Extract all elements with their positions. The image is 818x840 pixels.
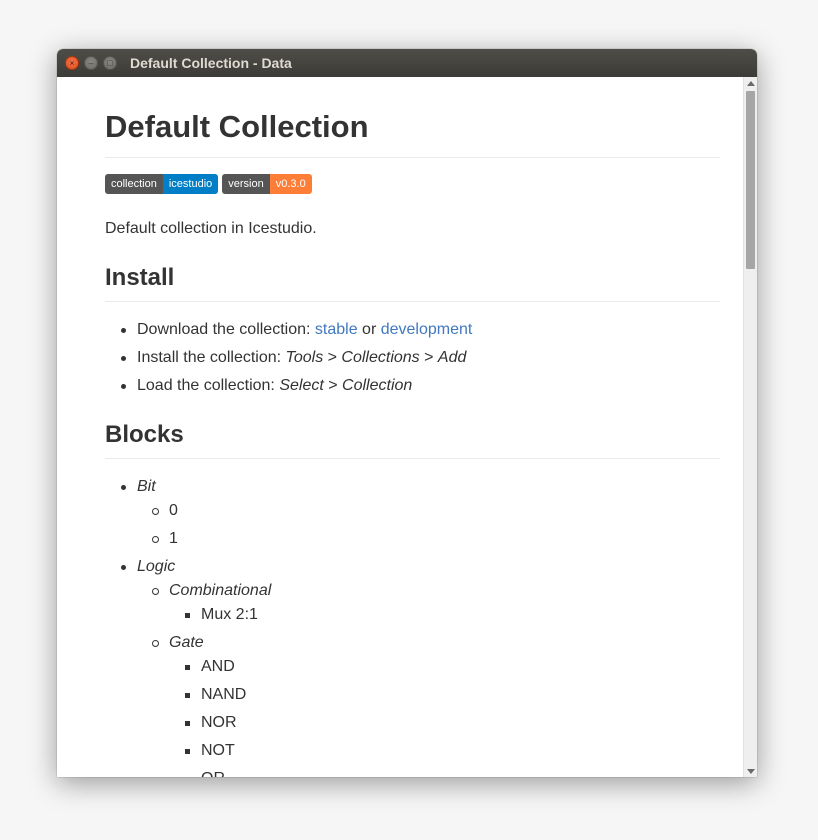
list-item: Mux 2:1 [169,605,720,625]
list-item: OR [169,769,720,777]
stable-link[interactable]: stable [315,321,358,338]
install-heading: Install [105,264,720,302]
blocks-list: Bit 0 1 Logic Combinational Mux 2:1 Gate… [105,477,720,777]
list-item: 0 [137,501,720,521]
window-title: Default Collection - Data [130,55,292,71]
blocks-heading: Blocks [105,421,720,459]
maximize-window-button[interactable]: □ [103,56,117,70]
minimize-window-button[interactable]: – [84,56,98,70]
close-window-button[interactable]: × [65,56,79,70]
scrollbar-thumb[interactable] [746,91,755,269]
list-item-logic: Logic Combinational Mux 2:1 Gate AND NAN… [105,557,720,777]
version-badge: version v0.3.0 [222,174,312,195]
list-item: AND [169,657,720,677]
vertical-scrollbar[interactable] [743,77,757,777]
page-title: Default Collection [105,77,720,159]
minimize-icon: – [88,57,94,68]
maximize-icon: □ [107,57,113,68]
list-item: NOT [169,741,720,761]
badges: collection icestudio version v0.3.0 [105,174,720,195]
list-item-bit: Bit 0 1 [105,477,720,549]
list-item: Download the collection: stable or devel… [105,320,720,340]
list-item-combinational: Combinational Mux 2:1 [137,581,720,625]
title-bar: × – □ Default Collection - Data [57,49,757,77]
badge-value: v0.3.0 [269,174,312,195]
badge-label: collection [105,174,163,195]
list-item-gate: Gate AND NAND NOR NOT OR [137,633,720,777]
collection-badge: collection icestudio [105,174,219,195]
document-view: Default Collection collection icestudio … [57,77,743,777]
list-item: NAND [169,685,720,705]
list-item: Load the collection: Select > Collection [105,376,720,396]
list-item: 1 [137,529,720,549]
development-link[interactable]: development [381,321,473,338]
scroll-up-arrow-icon[interactable] [747,81,755,86]
scroll-down-arrow-icon[interactable] [747,769,755,774]
badge-value: icestudio [162,174,219,195]
install-list: Download the collection: stable or devel… [105,320,720,396]
description: Default collection in Icestudio. [105,220,317,238]
list-item: NOR [169,713,720,733]
app-window: × – □ Default Collection - Data Default … [57,49,757,777]
badge-label: version [222,174,270,195]
list-item: Install the collection: Tools > Collecti… [105,348,720,368]
close-icon: × [69,57,75,68]
